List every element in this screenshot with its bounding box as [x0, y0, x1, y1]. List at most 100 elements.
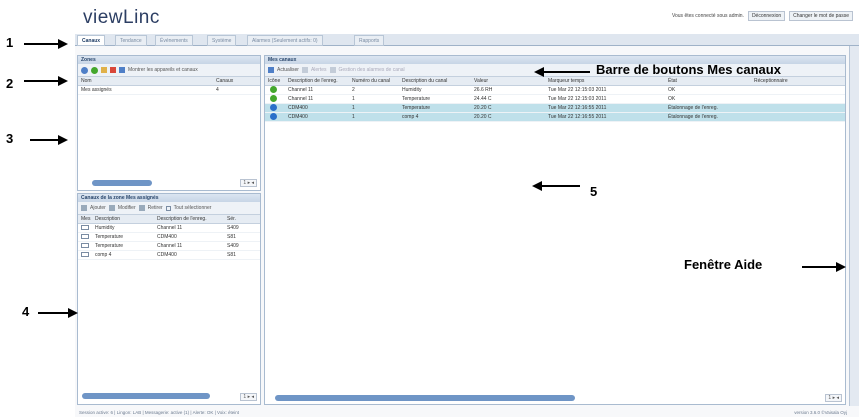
zones-panel-title: Zones: [78, 56, 260, 64]
channel-desc: Humidity: [402, 87, 422, 93]
zones-scrollbar[interactable]: [92, 180, 152, 186]
select-all-checkbox[interactable]: [165, 205, 171, 211]
user-area: Vous êtes connecté sous admin. Déconnexi…: [672, 11, 853, 21]
status-dot-icon: [270, 85, 277, 93]
channel-desc: Humidity: [95, 225, 115, 231]
status-dot-icon: [270, 103, 277, 111]
tab-tendance[interactable]: Tendance: [115, 35, 147, 46]
col-serial[interactable]: Sér.: [224, 215, 254, 223]
zones-pager[interactable]: 1 ▸ ◂: [240, 179, 257, 187]
my-channels-scrollbar[interactable]: [275, 395, 575, 401]
value: 20.20 C: [474, 105, 492, 111]
channel-desc: comp 4: [95, 252, 112, 258]
status-bar: Session active: 6 | Lingon: LAB | Messag…: [75, 408, 859, 417]
row-checkbox[interactable]: [81, 233, 89, 239]
zone-row[interactable]: Mes assignés 4: [78, 86, 260, 95]
add-icon[interactable]: [91, 66, 98, 74]
modify-icon: [108, 205, 115, 211]
channel-row[interactable]: Channel 11 1 Temperature 24.44 C Tue Mar 22 …: [265, 94, 845, 104]
tab-systeme[interactable]: Système: [207, 35, 237, 46]
zone-channel-row[interactable]: Humidity Channel 11 S409: [78, 224, 260, 233]
refresh-icon[interactable]: [81, 66, 88, 74]
tab-rapports[interactable]: Rapports: [354, 35, 385, 46]
remove-button[interactable]: Retirer: [148, 205, 163, 211]
col-description[interactable]: Description: [92, 215, 154, 223]
state: OK: [668, 87, 676, 93]
devices-icon: [119, 67, 125, 73]
screenshot: viewLinc Vous êtes connecté sous admin. …: [0, 0, 859, 417]
row-checkbox[interactable]: [81, 224, 89, 230]
channel-desc: Temperature: [402, 96, 431, 102]
logger-desc: CDM400: [288, 114, 308, 120]
channel-desc: Temperature: [95, 243, 124, 249]
select-all-button[interactable]: Tout sélectionner: [174, 205, 212, 211]
remove-icon: [138, 205, 145, 211]
change-password-button[interactable]: Changer le mot de passe: [789, 11, 853, 21]
callout-4: 4: [22, 304, 30, 319]
arrow-1: [24, 43, 58, 45]
zone-channel-row[interactable]: comp 4 CDM400 S81: [78, 251, 260, 260]
tab-canaux[interactable]: Canaux: [77, 35, 106, 46]
arrowhead-3: [58, 135, 68, 145]
col-nom[interactable]: Nom: [78, 77, 213, 85]
arrowhead-2: [58, 76, 68, 86]
col-channel-desc[interactable]: Description du canal: [399, 77, 471, 85]
row-checkbox[interactable]: [81, 242, 89, 248]
col-canaux[interactable]: Canaux: [213, 77, 258, 85]
serial: S81: [227, 252, 236, 258]
logger-desc: Channel 11: [288, 87, 314, 93]
col-receiver[interactable]: Réceptionnaire: [751, 77, 831, 85]
alarm-icon: [329, 67, 336, 73]
tab-alarmes[interactable]: Alarmes (Seulement actifs: 0): [247, 35, 323, 46]
logger-desc: Channel 11: [157, 225, 183, 231]
edit-icon[interactable]: [101, 67, 107, 73]
channel-row[interactable]: CDM400 1 Temperature 20.20 C Tue Mar 22 12:1…: [265, 103, 845, 113]
app-title: viewLinc: [83, 7, 160, 28]
alarm-management-button[interactable]: Gestion des alarmes de canal: [339, 67, 405, 73]
zone-channel-row[interactable]: Temperature Channel 11 S409: [78, 242, 260, 251]
title-bar: viewLinc Vous êtes connecté sous admin. …: [75, 0, 859, 34]
refresh-button[interactable]: Actualiser: [277, 67, 299, 73]
col-logger-desc[interactable]: Description de l'enreg.: [154, 215, 224, 223]
refresh-icon: [268, 67, 274, 73]
zone-channels-scrollbar[interactable]: [82, 393, 210, 399]
my-channels-pager[interactable]: 1 ▸ ◂: [825, 394, 842, 402]
my-channels-panel: Mes canaux Actualiser Alertes Gestion de…: [264, 55, 846, 405]
channel-row[interactable]: Channel 11 2 Humidity 26.6 RH Tue Mar 22 12:…: [265, 85, 845, 95]
add-channel-icon: [81, 205, 87, 211]
arrow-toolbar: [544, 71, 590, 73]
zones-panel: Zones Montrer les appareils et canaux No…: [77, 55, 261, 191]
alerts-icon: [301, 67, 308, 73]
status-text: Session active: 6 | Lingon: LAB | Messag…: [79, 410, 240, 415]
zone-channels-pager[interactable]: 1 ▸ ◂: [240, 393, 257, 401]
receiver: [751, 98, 831, 100]
my-channels-header: Icône Description de l'enreg. Numéro du …: [265, 77, 845, 86]
receiver: [751, 107, 831, 109]
col-mes[interactable]: Mes: [78, 215, 92, 223]
col-value[interactable]: Valeur: [471, 77, 545, 85]
channel-row[interactable]: CDM400 1 comp 4 20.20 C Tue Mar 22 12:16:55 …: [265, 112, 845, 122]
callout-2: 2: [6, 76, 14, 91]
logout-button[interactable]: Déconnexion: [747, 11, 786, 21]
zone-channel-row[interactable]: Temperature CDM400 S81: [78, 233, 260, 242]
zone-channels-title: Canaux de la zone Mes assignés: [78, 194, 260, 202]
row-checkbox[interactable]: [81, 251, 89, 257]
alerts-button[interactable]: Alertes: [311, 67, 327, 73]
col-state[interactable]: État: [665, 77, 751, 85]
modify-button[interactable]: Modifier: [118, 205, 136, 211]
delete-icon[interactable]: [110, 67, 116, 73]
col-channel-number[interactable]: Numéro du canal: [349, 77, 399, 85]
tab-evenements[interactable]: Événements: [155, 35, 193, 46]
col-logger[interactable]: Description de l'enreg.: [285, 77, 349, 85]
help-panel-collapsed[interactable]: [849, 46, 859, 406]
show-devices-toggle[interactable]: Montrer les appareils et canaux: [128, 67, 198, 73]
arrowhead-4: [68, 308, 78, 318]
add-channel-button[interactable]: Ajouter: [90, 205, 106, 211]
state: Étalonnage de l'enreg.: [668, 105, 718, 111]
state: Étalonnage de l'enreg.: [668, 114, 718, 120]
col-timestamp[interactable]: Marqueur temps: [545, 77, 665, 85]
logger-desc: CDM400: [157, 252, 177, 258]
receiver: [751, 116, 831, 118]
timestamp: Tue Mar 22 12:16:55 2011: [548, 105, 607, 111]
timestamp: Tue Mar 22 12:15:03 2011: [548, 96, 607, 102]
